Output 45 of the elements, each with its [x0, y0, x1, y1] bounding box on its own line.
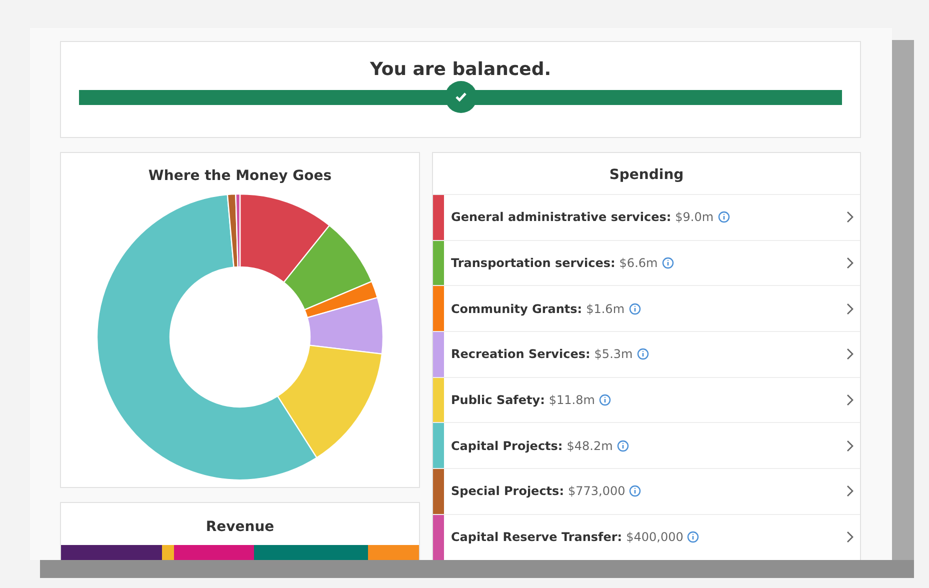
- category-label: Capital Projects:: [451, 438, 563, 453]
- spending-row[interactable]: Recreation Services: $5.3m: [433, 332, 860, 378]
- spending-row[interactable]: Capital Reserve Transfer: $400,000: [433, 514, 860, 560]
- chevron-icon: [846, 485, 854, 498]
- info-icon[interactable]: [629, 485, 642, 498]
- chevron-icon: [846, 211, 854, 224]
- chart-title: Where the Money Goes: [147, 168, 333, 184]
- category-amount: $1.6m: [586, 302, 625, 316]
- chevron-icon: [846, 440, 854, 452]
- info-icon[interactable]: [616, 440, 629, 452]
- info-icon[interactable]: [687, 531, 700, 544]
- chevron-icon: [846, 531, 854, 544]
- category-amount: $48.2m: [566, 438, 613, 453]
- check-icon: [454, 92, 466, 102]
- info-icon[interactable]: [628, 302, 641, 315]
- chevron-icon: [846, 257, 854, 270]
- revenue-title: Revenue: [204, 519, 276, 535]
- spending-row[interactable]: Transportation services: $6.6m: [433, 240, 860, 286]
- category-amount: $400,000: [626, 530, 684, 544]
- category-amount: $773,000: [568, 484, 626, 498]
- info-icon[interactable]: [718, 211, 730, 224]
- chevron-icon: [846, 394, 854, 406]
- category-amount: $9.0m: [675, 210, 714, 224]
- chevron-icon: [846, 302, 854, 315]
- category-amount: $5.3m: [594, 347, 633, 362]
- spending-row[interactable]: Public Safety: $11.8m: [433, 378, 860, 424]
- category-label: Special Projects:: [451, 484, 564, 498]
- spending-title: Spending: [433, 153, 860, 195]
- spending-row[interactable]: General administrative services: $9.0m: [433, 195, 860, 241]
- info-icon[interactable]: [636, 348, 649, 360]
- spending-row[interactable]: Special Projects: $773,000: [433, 469, 860, 515]
- category-amount: $11.8m: [548, 393, 595, 408]
- balance-title: You are balanced.: [368, 59, 552, 80]
- category-label: Recreation Services:: [451, 347, 590, 362]
- chevron-icon: [846, 348, 854, 360]
- category-label: General administrative services:: [451, 210, 672, 224]
- info-icon[interactable]: [598, 394, 611, 406]
- category-label: Capital Reserve Transfer:: [451, 530, 622, 544]
- spending-row[interactable]: Community Grants: $1.6m: [433, 286, 860, 332]
- info-icon[interactable]: [662, 257, 674, 270]
- category-label: Community Grants:: [451, 302, 582, 316]
- category-label: Public Safety:: [451, 393, 545, 408]
- category-label: Transportation services:: [451, 256, 616, 270]
- category-amount: $6.6m: [619, 256, 658, 270]
- spending-row[interactable]: Capital Projects: $48.2m: [433, 423, 860, 470]
